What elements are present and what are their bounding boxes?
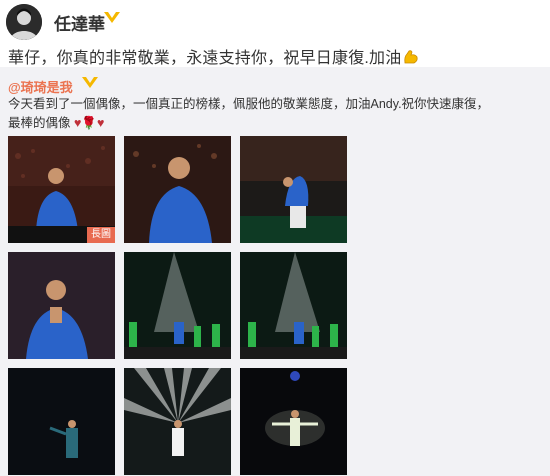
photo-thumbnail[interactable] xyxy=(240,368,347,475)
photo-thumbnail[interactable] xyxy=(124,368,231,475)
repost-box: @琦琦是我 今天看到了一個偶像，一個真正的榜樣，佩服他的敬業態度，加油Andy.… xyxy=(0,67,550,476)
avatar[interactable] xyxy=(6,4,42,40)
photo-thumbnail[interactable] xyxy=(124,136,231,243)
author-name[interactable]: 任達華 xyxy=(54,10,105,35)
long-image-badge: 長圖 xyxy=(87,227,115,243)
repost-text: 今天看到了一個偶像，一個真正的榜樣，佩服他的敬業態度，加油Andy.祝你快速康復… xyxy=(8,97,490,130)
photo-thumbnail[interactable] xyxy=(124,252,231,359)
photo-thumbnail[interactable]: 長圖 xyxy=(8,136,115,243)
photo-thumbnail[interactable] xyxy=(8,252,115,359)
photo-thumbnail[interactable] xyxy=(240,252,347,359)
photo-thumbnail[interactable] xyxy=(8,368,115,475)
verified-icon xyxy=(82,77,98,88)
verified-icon xyxy=(104,12,120,23)
photo-thumbnail[interactable] xyxy=(240,136,347,243)
repost-author[interactable]: @琦琦是我 xyxy=(8,77,73,96)
heart-rose-emoji: ♥🌹♥ xyxy=(73,116,105,130)
post-header: 任達華 xyxy=(0,0,550,40)
